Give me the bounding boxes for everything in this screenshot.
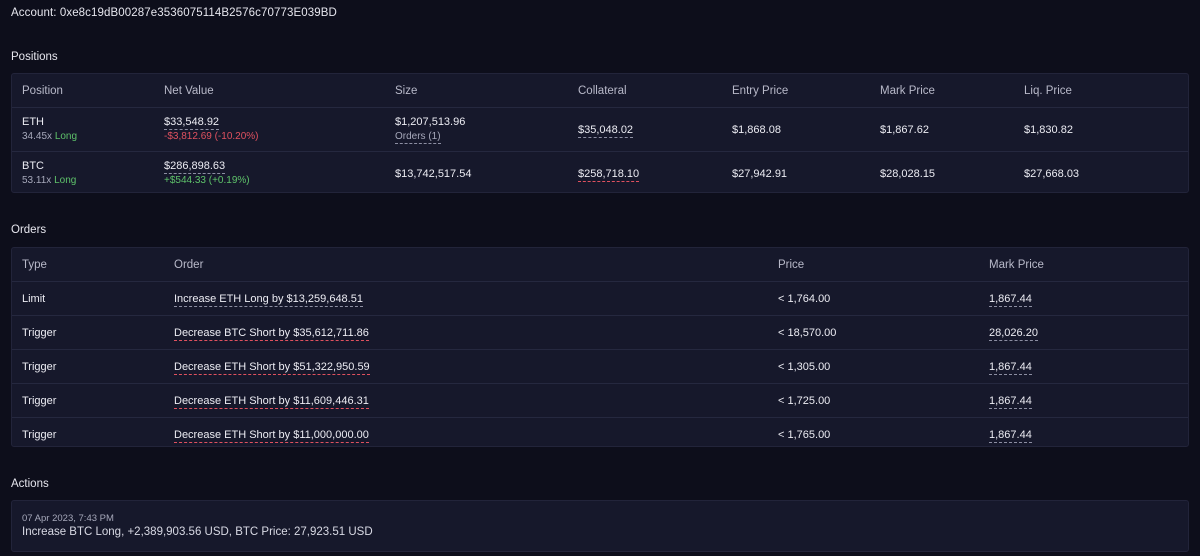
orders-title: Orders [11, 224, 47, 236]
position-orders-link[interactable]: Orders (1) [395, 131, 441, 144]
positions-title: Positions [11, 51, 58, 63]
order-price: < 1,305.00 [778, 361, 831, 373]
order-type: Trigger [22, 327, 57, 339]
order-type: Trigger [22, 429, 57, 441]
order-mark-price[interactable]: 1,867.44 [989, 395, 1032, 409]
orders-header-row: Type Order Price Mark Price [12, 248, 1188, 282]
order-description[interactable]: Decrease ETH Short by $51,322,950.59 [174, 361, 370, 375]
positions-header-row: Position Net Value Size Collateral Entry… [12, 74, 1188, 108]
col-mark-price: Mark Price [989, 259, 1044, 271]
order-description[interactable]: Decrease ETH Short by $11,000,000.00 [174, 429, 369, 443]
position-net-value[interactable]: $286,898.63 [164, 160, 226, 174]
account-address: Account: 0xe8c19dB00287e3536075114B2576c… [11, 7, 337, 19]
order-row[interactable]: Trigger Decrease ETH Short by $51,322,95… [12, 350, 1188, 384]
position-pnl: -$3,812.69 (-10.20%) [164, 131, 259, 142]
position-collateral[interactable]: $35,048.02 [578, 124, 634, 138]
col-collateral: Collateral [578, 85, 627, 97]
action-timestamp: 07 Apr 2023, 7:43 PM [22, 513, 114, 524]
col-mark-price: Mark Price [880, 85, 935, 97]
order-price: < 1,725.00 [778, 395, 831, 407]
col-price: Price [778, 259, 805, 271]
position-mark-price: $28,028.15 [880, 168, 936, 180]
position-side: Long [54, 131, 78, 142]
order-row[interactable]: Trigger Decrease ETH Short by $11,609,44… [12, 384, 1188, 418]
position-symbol: ETH [22, 116, 44, 128]
position-mark-price: $1,867.62 [880, 124, 929, 136]
positions-table: Position Net Value Size Collateral Entry… [11, 73, 1189, 193]
position-liq-price: $27,668.03 [1024, 168, 1080, 180]
col-type: Type [22, 259, 47, 271]
position-entry-price: $27,942.91 [732, 168, 788, 180]
col-order: Order [174, 259, 204, 271]
order-description[interactable]: Decrease BTC Short by $35,612,711.86 [174, 327, 369, 341]
order-type: Limit [22, 293, 46, 305]
position-collateral[interactable]: $258,718.10 [578, 168, 640, 182]
col-net-value: Net Value [164, 85, 214, 97]
position-pnl: +$544.33 (+0.19%) [164, 175, 250, 186]
position-symbol: BTC [22, 160, 44, 172]
order-description[interactable]: Decrease ETH Short by $11,609,446.31 [174, 395, 369, 409]
position-size: $13,742,517.54 [395, 168, 472, 180]
position-leverage: 53.11x Long [22, 175, 77, 186]
order-type: Trigger [22, 395, 57, 407]
order-description[interactable]: Increase ETH Long by $13,259,648.51 [174, 293, 363, 307]
order-mark-price[interactable]: 1,867.44 [989, 429, 1032, 443]
actions-title: Actions [11, 478, 49, 490]
position-entry-price: $1,868.08 [732, 124, 781, 136]
order-row[interactable]: Trigger Decrease BTC Short by $35,612,71… [12, 316, 1188, 350]
order-mark-price[interactable]: 1,867.44 [989, 293, 1032, 307]
action-text: Increase BTC Long, +2,389,903.56 USD, BT… [22, 526, 373, 538]
position-liq-price: $1,830.82 [1024, 124, 1073, 136]
order-mark-price[interactable]: 28,026.20 [989, 327, 1038, 341]
actions-list: 07 Apr 2023, 7:43 PM Increase BTC Long, … [11, 500, 1189, 552]
position-row-eth[interactable]: ETH 34.45x Long $33,548.92 -$3,812.69 (-… [12, 108, 1188, 152]
col-position: Position [22, 85, 63, 97]
position-side: Long [54, 175, 77, 186]
order-price: < 1,765.00 [778, 429, 831, 441]
col-liq-price: Liq. Price [1024, 85, 1072, 97]
order-row[interactable]: Limit Increase ETH Long by $13,259,648.5… [12, 282, 1188, 316]
col-entry-price: Entry Price [732, 85, 789, 97]
position-net-value[interactable]: $33,548.92 [164, 116, 220, 130]
position-leverage: 34.45x Long [22, 131, 78, 142]
order-type: Trigger [22, 361, 57, 373]
position-row-btc[interactable]: BTC 53.11x Long $286,898.63 +$544.33 (+0… [12, 152, 1188, 195]
order-row[interactable]: Trigger Decrease ETH Short by $11,000,00… [12, 418, 1188, 451]
col-size: Size [395, 85, 418, 97]
position-size: $1,207,513.96 [395, 116, 466, 128]
order-mark-price[interactable]: 1,867.44 [989, 361, 1032, 375]
order-price: < 18,570.00 [778, 327, 837, 339]
order-price: < 1,764.00 [778, 293, 831, 305]
orders-table: Type Order Price Mark Price Limit Increa… [11, 247, 1189, 447]
action-item: 07 Apr 2023, 7:43 PM Increase BTC Long, … [12, 501, 1188, 551]
